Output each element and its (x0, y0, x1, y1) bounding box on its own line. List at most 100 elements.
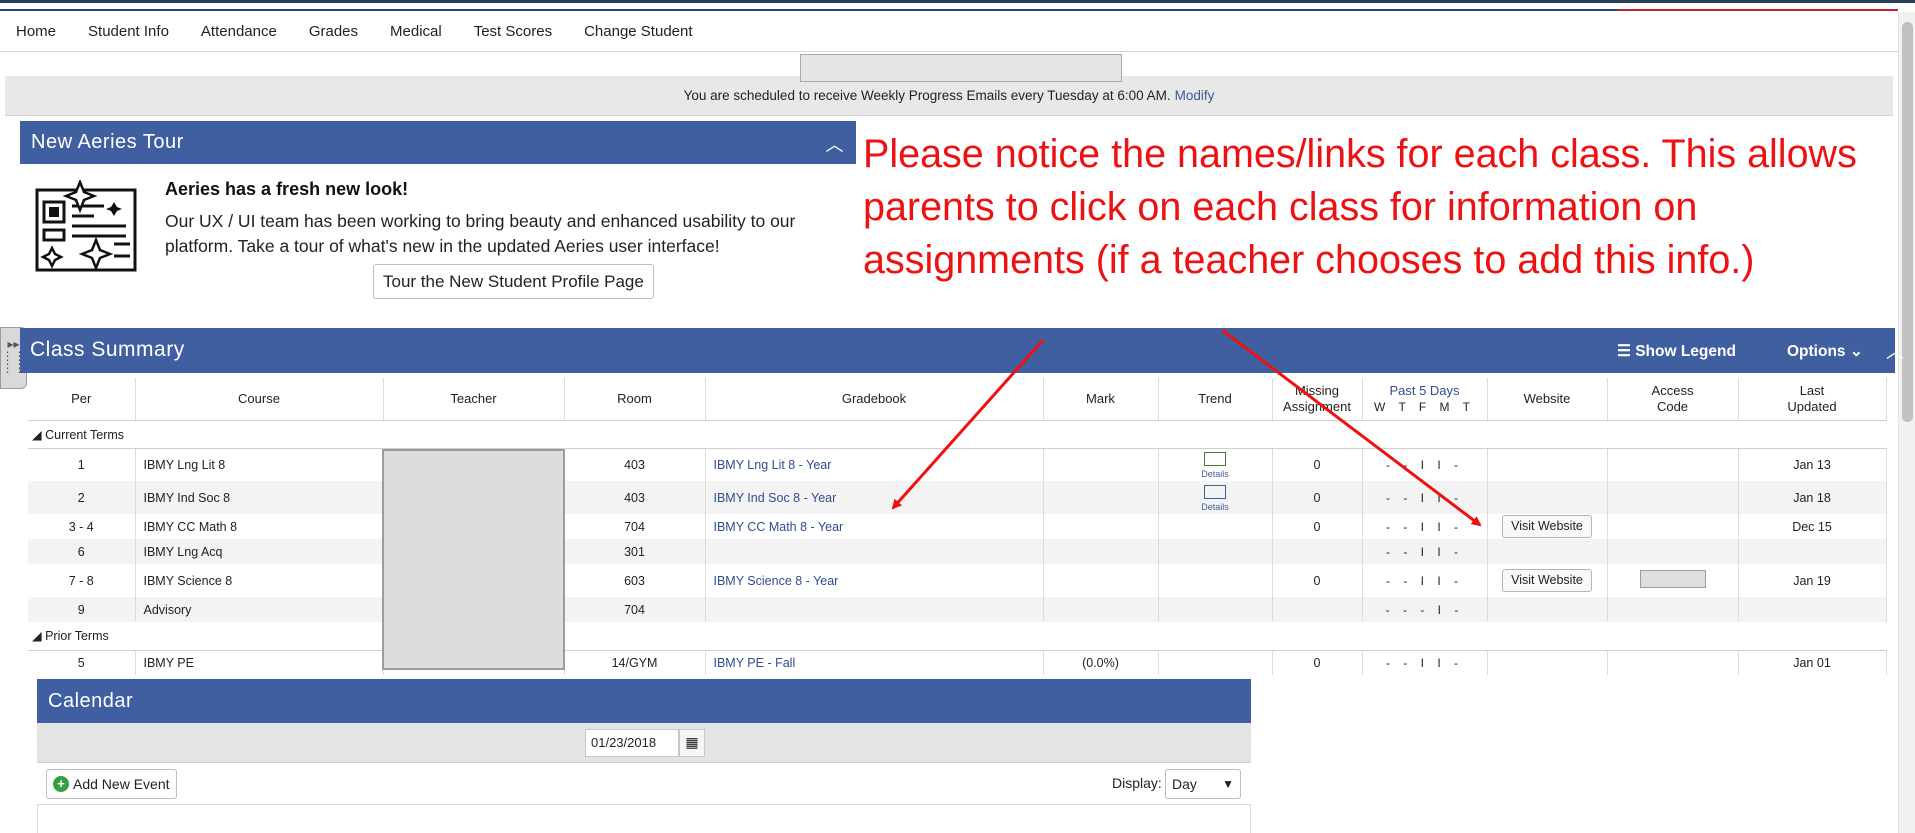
chevron-up-icon[interactable]: ︿ (1886, 338, 1904, 364)
calendar-icon[interactable]: ▦ (679, 729, 705, 757)
triangle-down-icon: ◢ (32, 629, 46, 644)
calendar-header: Calendar (37, 679, 1251, 723)
row-website (1487, 650, 1608, 675)
col-per[interactable]: Per (28, 378, 136, 421)
col-trend[interactable]: Trend (1158, 378, 1273, 421)
row-updated: Jan 19 (1738, 564, 1887, 597)
row-missing: 0 (1272, 514, 1363, 539)
tour-profile-button[interactable]: Tour the New Student Profile Page (373, 264, 654, 299)
col-missing-l2: Assignment (1283, 398, 1351, 414)
row-past5: - - I I - (1362, 650, 1488, 675)
row-access (1607, 650, 1739, 675)
display-value: Day (1172, 776, 1197, 792)
chevron-up-icon[interactable]: ︿ (826, 131, 845, 157)
redacted-box (800, 54, 1122, 82)
nav-change-student[interactable]: Change Student (584, 23, 692, 40)
gradebook-link[interactable]: IBMY Lng Lit 8 - Year (714, 458, 832, 472)
col-past5-title: Past 5 Days (1389, 382, 1460, 398)
class-summary-table: Per Course Teacher Room Gradebook Mark T… (28, 378, 1887, 675)
row-mark (1043, 448, 1159, 481)
row-website: Visit Website (1487, 564, 1608, 597)
row-per: 6 (28, 539, 136, 564)
row-room: 704 (564, 514, 706, 539)
col-teacher[interactable]: Teacher (383, 378, 565, 421)
modify-link[interactable]: Modify (1175, 88, 1215, 103)
col-updated[interactable]: Last Updated (1738, 378, 1887, 421)
calendar-title: Calendar (48, 689, 134, 712)
col-past5-days: W T F M T (1374, 399, 1475, 414)
col-access[interactable]: Access Code (1607, 378, 1739, 421)
trend-details[interactable]: Details (1158, 448, 1273, 481)
nav-test-scores[interactable]: Test Scores (474, 23, 552, 40)
nav-student-info[interactable]: Student Info (88, 23, 169, 40)
col-website[interactable]: Website (1487, 378, 1608, 421)
row-course: IBMY Lng Acq (135, 539, 384, 564)
col-mark[interactable]: Mark (1043, 378, 1159, 421)
row-access (1607, 564, 1739, 597)
row-trend (1158, 597, 1273, 622)
group-current-terms[interactable]: ◢ Current Terms (28, 420, 1886, 449)
trend-details-label: Details (1201, 502, 1229, 512)
calendar-date-input[interactable]: 01/23/2018 (585, 729, 679, 757)
row-updated: Jan 01 (1738, 650, 1887, 675)
show-legend-button[interactable]: ☰ Show Legend (1617, 342, 1736, 361)
group-prior-label: Prior Terms (45, 629, 109, 644)
trend-details[interactable]: Details (1158, 481, 1273, 514)
nav-grades[interactable]: Grades (309, 23, 358, 40)
col-updated-l2: Updated (1787, 398, 1837, 414)
blueprint-sparkle-icon (35, 180, 137, 272)
row-past5: - - - I - (1362, 597, 1488, 622)
add-event-label: Add New Event (73, 776, 170, 792)
row-missing (1272, 597, 1363, 622)
row-course: IBMY Science 8 (135, 564, 384, 597)
gradebook-link[interactable]: IBMY Science 8 - Year (714, 574, 839, 588)
col-course[interactable]: Course (135, 378, 384, 421)
table-row: 7 - 8 IBMY Science 8 603 IBMY Science 8 … (28, 564, 1887, 597)
col-missing[interactable]: Missing Assignment (1272, 378, 1363, 421)
row-per: 1 (28, 448, 136, 481)
chevron-down-icon: ⌄ (1845, 343, 1863, 360)
row-gradebook (705, 539, 1044, 564)
top-strip-navy (0, 9, 1618, 11)
row-past5: - - I I - (1362, 564, 1488, 597)
row-mark (1043, 514, 1159, 539)
trend-details-label: Details (1201, 469, 1229, 480)
gradebook-link[interactable]: IBMY CC Math 8 - Year (714, 520, 844, 534)
visit-website-button[interactable]: Visit Website (1502, 569, 1592, 592)
plus-circle-icon: + (53, 776, 69, 792)
col-gradebook[interactable]: Gradebook (705, 378, 1044, 421)
annotation-note: Please notice the names/links for each c… (863, 132, 1857, 282)
row-website (1487, 597, 1608, 622)
display-select[interactable]: Day ▼ (1165, 769, 1241, 799)
row-trend (1158, 564, 1273, 597)
visit-website-button[interactable]: Visit Website (1502, 515, 1592, 538)
gradebook-link[interactable]: IBMY PE - Fall (714, 656, 796, 670)
row-mark: (0.0%) (1043, 650, 1159, 675)
class-summary-header: Class Summary ☰ Show Legend Options ⌄ ︿ (20, 328, 1904, 373)
table-row: 5 IBMY PE 14/GYM IBMY PE - Fall (0.0%) 0… (28, 650, 1887, 675)
add-event-button[interactable]: + Add New Event (46, 769, 177, 799)
row-room: 301 (564, 539, 706, 564)
group-prior-terms[interactable]: ◢ Prior Terms (28, 622, 1886, 651)
gradebook-link[interactable]: IBMY Ind Soc 8 - Year (714, 491, 837, 505)
row-mark (1043, 481, 1159, 514)
table-row: 6 IBMY Lng Acq 301 - - I I - (28, 539, 1887, 564)
redacted-teacher-names (382, 449, 565, 670)
triangle-down-icon: ◢ (32, 427, 46, 442)
table-row: 3 - 4 IBMY CC Math 8 704 IBMY CC Math 8 … (28, 514, 1887, 539)
nav-attendance[interactable]: Attendance (201, 23, 277, 40)
group-current-label: Current Terms (45, 427, 125, 442)
nav-medical[interactable]: Medical (390, 23, 442, 40)
col-past5[interactable]: Past 5 Days W T F M T (1362, 378, 1488, 421)
nav-home[interactable]: Home (16, 23, 56, 40)
progress-email-notice: You are scheduled to receive Weekly Prog… (5, 76, 1893, 116)
list-icon: ☰ (1617, 343, 1636, 360)
row-course: IBMY CC Math 8 (135, 514, 384, 539)
row-missing: 0 (1272, 448, 1363, 481)
options-menu[interactable]: Options ⌄ (1787, 342, 1863, 361)
col-updated-l1: Last (1799, 382, 1825, 398)
tour-panel-body: Aeries has a fresh new look! Our UX / UI… (20, 164, 856, 314)
col-room[interactable]: Room (564, 378, 706, 421)
row-website (1487, 448, 1608, 481)
row-access (1607, 448, 1739, 481)
